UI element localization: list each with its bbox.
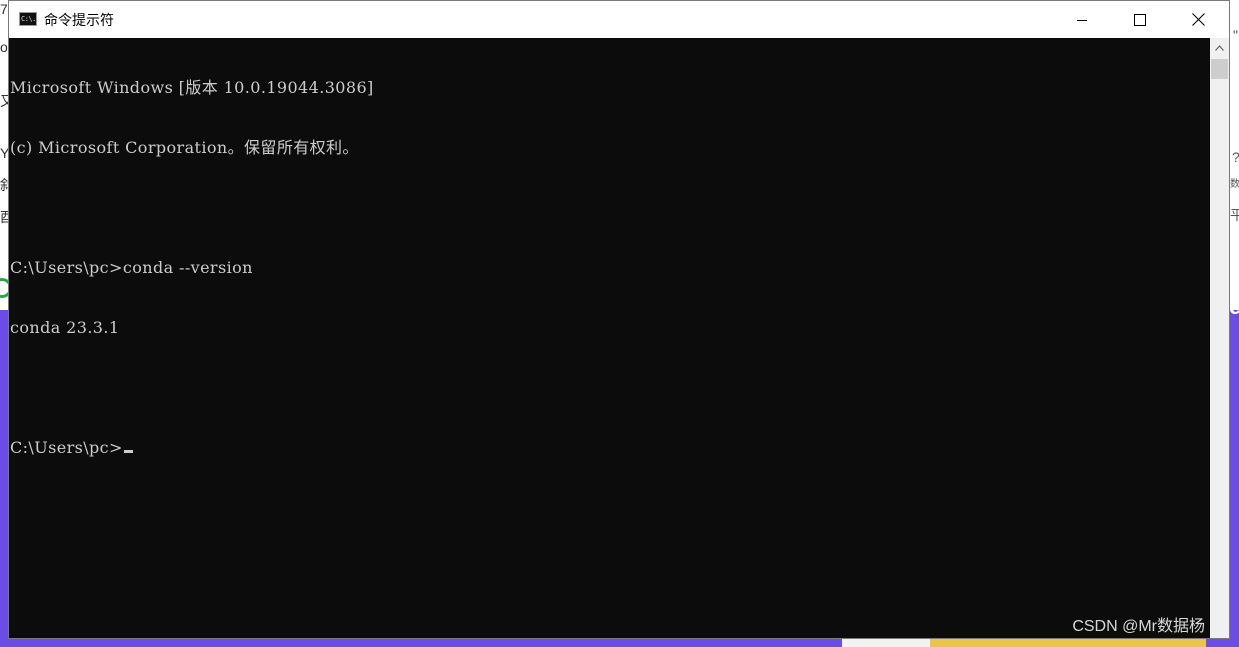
console-prompt: C:\Users\pc> [10,438,123,457]
minimize-icon [1077,19,1087,21]
scroll-thumb[interactable] [1211,59,1228,79]
title-bar[interactable]: C:\. 命令提示符 [9,1,1229,38]
close-icon [1191,13,1205,26]
scroll-up-button[interactable] [1210,38,1229,58]
background-text-fragment: e [1229,294,1239,319]
cmd-icon[interactable]: C:\. [19,12,37,26]
text-cursor [123,450,133,453]
console-line: conda 23.3.1 [10,318,120,337]
chevron-up-icon [1215,45,1224,51]
watermark: CSDN @Mr数据杨 [1072,618,1205,635]
console-line: (c) Microsoft Corporation。保留所有权利。 [10,138,359,157]
background-strip [842,638,930,647]
console-line: Microsoft Windows [版本 10.0.19044.3086] [10,78,374,97]
maximize-button[interactable] [1111,1,1169,38]
vertical-scrollbar[interactable] [1210,38,1229,638]
minimize-button[interactable] [1053,1,1111,38]
console-output-area[interactable]: Microsoft Windows [版本 10.0.19044.3086] (… [9,38,1210,638]
console-prompt-line[interactable]: C:\Users\pc> [10,438,374,458]
console-line: C:\Users\pc>conda --version [10,258,253,277]
background-text-fragment: 7 [0,1,8,17]
close-button[interactable] [1169,1,1227,38]
background-text-fragment: o [0,39,8,55]
command-prompt-window[interactable]: C:\. 命令提示符 Microsoft Windows [版本 10.0.19… [8,0,1230,639]
background-text-fragment: " [1233,27,1238,43]
window-title: 命令提示符 [44,12,114,28]
console-lines: Microsoft Windows [版本 10.0.19044.3086] (… [10,38,374,498]
cmd-icon-text: C:\. [21,15,36,23]
background-text-fragment: ? [1232,150,1239,164]
background-yellow-strip [930,638,1206,647]
background-text-fragment: 数 [1230,179,1239,190]
background-text-fragment: 平 [1230,207,1239,223]
maximize-icon [1134,13,1146,26]
